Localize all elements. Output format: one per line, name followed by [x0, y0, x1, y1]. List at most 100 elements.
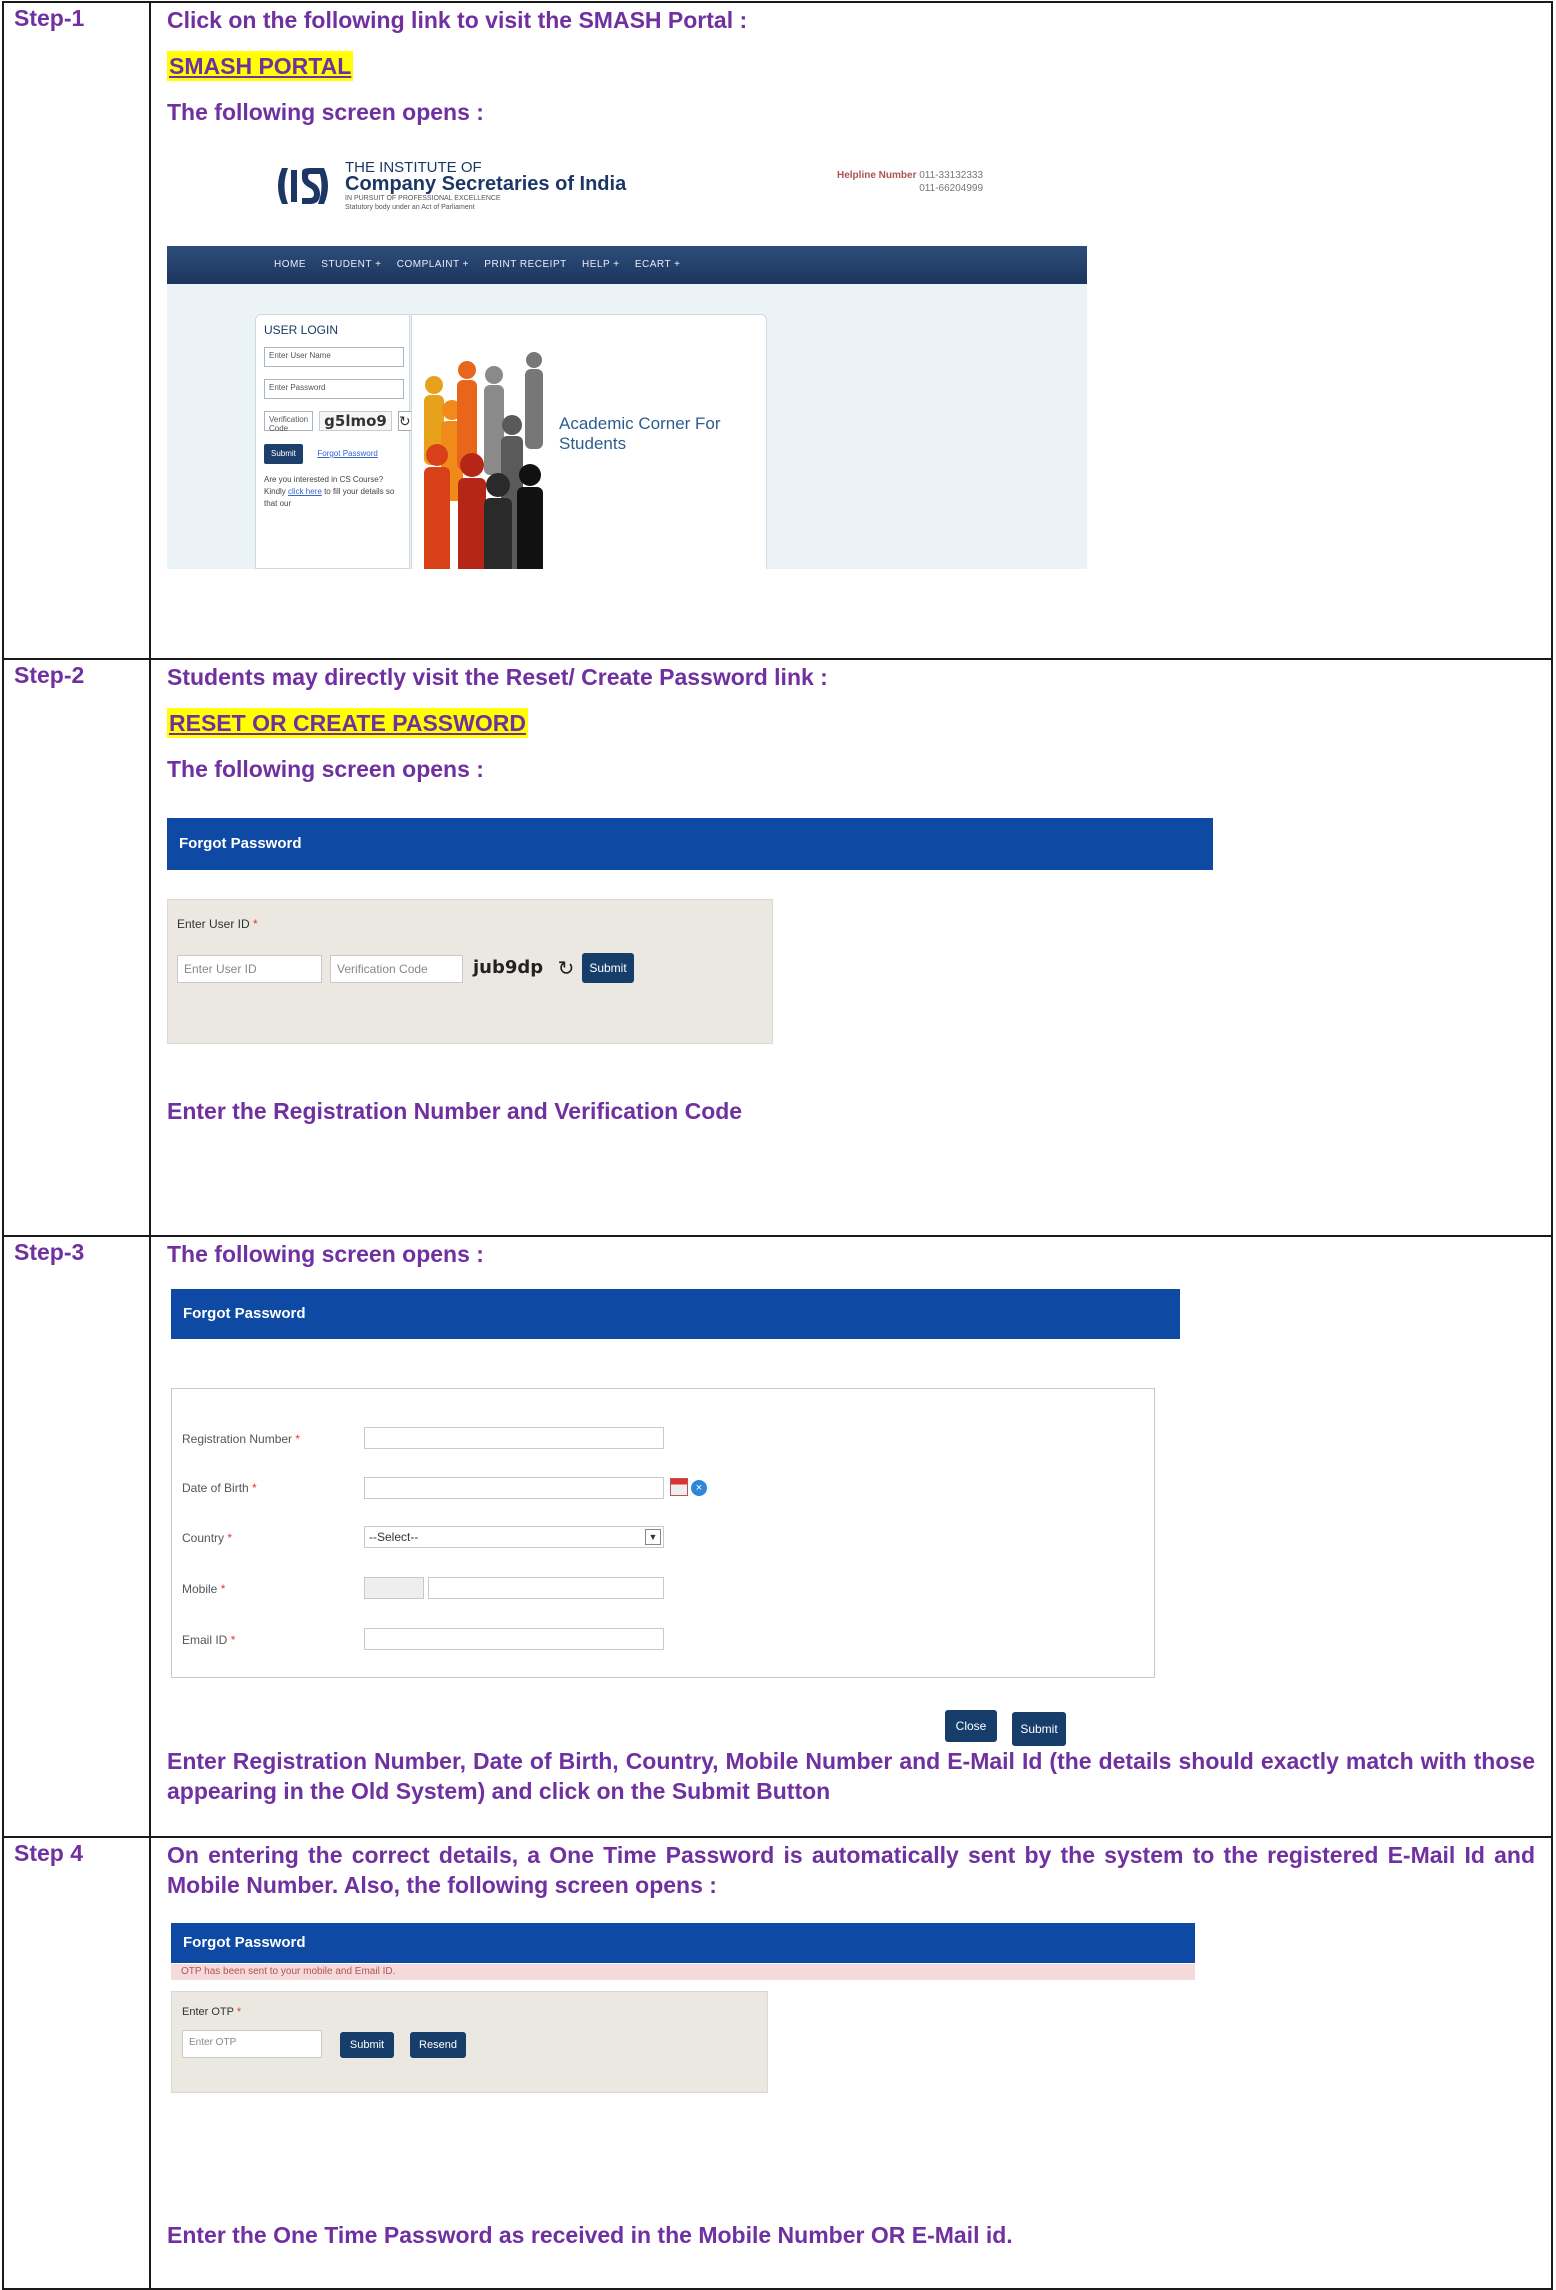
refresh-icon[interactable]: ↻ — [397, 411, 412, 431]
resend-button[interactable]: Resend — [410, 2032, 466, 2058]
step-outro: Enter Registration Number, Date of Birth… — [167, 1748, 1535, 1804]
userid-label: Enter User ID * — [177, 917, 258, 931]
verification-code-input[interactable]: Verification Code — [330, 955, 463, 983]
otp-panel: Enter OTP * Enter OTP Submit Resend — [171, 1991, 768, 2093]
captcha-row: Verification Code g5lmo9 ↻ — [264, 411, 412, 433]
nav-complaint[interactable]: COMPLAINT + — [397, 259, 469, 270]
details-form: Registration Number * Date of Birth * × … — [171, 1388, 1155, 1678]
otp-sent-message: OTP has been sent to your mobile and Ema… — [171, 1964, 1195, 1980]
registration-number-input[interactable] — [364, 1427, 664, 1449]
smash-portal-link[interactable]: SMASH PORTAL — [167, 51, 354, 81]
step-intro: On entering the correct details, a One T… — [167, 1842, 1535, 1898]
mobile-code-input[interactable] — [364, 1577, 424, 1599]
otp-submit-button[interactable]: Submit — [340, 2032, 394, 2058]
icsi-logo — [278, 168, 328, 204]
dob-label-text: Date of Birth — [182, 1481, 249, 1495]
required-marker: * — [236, 2006, 242, 2018]
screen-caption: The following screen opens : — [167, 99, 484, 125]
otp-screenshot: Forgot Password OTP has been sent to you… — [167, 1900, 1535, 2220]
submit-button[interactable]: Submit — [582, 953, 634, 983]
promo-click-here-link[interactable]: click here — [288, 487, 322, 496]
userid-input[interactable]: Enter User ID — [177, 955, 322, 983]
step-intro: The following screen opens : — [167, 1241, 484, 1267]
verification-input[interactable]: Verification Code — [264, 411, 314, 433]
students-silhouette-illustration — [424, 352, 543, 569]
forgot-password-header: Forgot Password — [167, 818, 1213, 870]
userid-panel: Enter User ID * Enter User ID Verificati… — [167, 899, 773, 1044]
username-input[interactable]: Enter User Name — [264, 347, 404, 367]
mobile-label: Mobile * — [182, 1582, 225, 1596]
step-body: Students may directly visit the Reset/ C… — [149, 658, 1553, 1237]
helpline-number-2: 011-66204999 — [919, 183, 984, 194]
country-label-text: Country — [182, 1531, 225, 1545]
email-input[interactable] — [364, 1628, 664, 1650]
org-line2: Company Secretaries of India — [345, 173, 627, 195]
email-label-text: Email ID — [182, 1633, 228, 1647]
required-marker: * — [227, 1531, 233, 1545]
helpline-number-1: 011-33132333 — [919, 170, 984, 181]
mobile-number-input[interactable] — [428, 1577, 664, 1599]
userid-label-text: Enter User ID — [177, 917, 250, 931]
step-number: Step-2 — [2, 658, 151, 1237]
step-body: On entering the correct details, a One T… — [149, 1836, 1553, 2290]
user-login-panel: USER LOGIN Enter User Name Enter Passwor… — [255, 314, 412, 569]
step-number: Step 4 — [2, 1836, 151, 2290]
smash-portal-screenshot: THE INSTITUTE OF Company Secretaries of … — [167, 139, 1087, 569]
otp-label-text: Enter OTP — [182, 2006, 234, 2018]
step-row: Step-3 The following screen opens : Forg… — [2, 1235, 1553, 1838]
nav-ecart[interactable]: ECART + — [635, 259, 681, 270]
step-number: Step-3 — [2, 1235, 151, 1838]
submit-button[interactable]: Submit — [1012, 1712, 1066, 1746]
otp-input[interactable]: Enter OTP — [182, 2030, 322, 2058]
required-marker: * — [295, 1432, 301, 1446]
banner-text: Academic Corner For Students — [559, 414, 721, 453]
step-row: Step-1 Click on the following link to vi… — [2, 1, 1553, 660]
captcha-text: g5lmo9 — [319, 411, 392, 431]
forgot-password-screenshot-1: Forgot Password Enter User ID * Enter Us… — [167, 797, 1535, 1096]
nav-help[interactable]: HELP + — [582, 259, 620, 270]
country-select[interactable]: --Select-- ▼ — [364, 1526, 664, 1548]
registration-label: Registration Number * — [182, 1432, 300, 1446]
nav-home[interactable]: HOME — [274, 259, 306, 270]
forgot-password-screenshot-2: Forgot Password Registration Number * Da… — [167, 1269, 1535, 1746]
forgot-password-link[interactable]: Forgot Password — [317, 449, 377, 458]
helpline-label: Helpline Number — [837, 170, 917, 181]
login-submit-button[interactable]: Submit — [264, 444, 303, 464]
step-row: Step-2 Students may directly visit the R… — [2, 658, 1553, 1237]
step-outro: Enter the Registration Number and Verifi… — [167, 1098, 743, 1124]
nav-print-receipt[interactable]: PRINT RECEIPT — [484, 259, 566, 270]
nav-student[interactable]: STUDENT + — [321, 259, 381, 270]
registration-label-text: Registration Number — [182, 1432, 293, 1446]
step-row: Step 4 On entering the correct details, … — [2, 1836, 1553, 2290]
password-input[interactable]: Enter Password — [264, 379, 404, 399]
close-button[interactable]: Close — [945, 1710, 997, 1742]
step-body: The following screen opens : Forgot Pass… — [149, 1235, 1553, 1838]
refresh-icon[interactable]: ↻ — [555, 957, 577, 981]
country-selected-value: --Select-- — [369, 1530, 419, 1544]
step-body: Click on the following link to visit the… — [149, 1, 1553, 660]
calendar-icon[interactable] — [670, 1478, 688, 1496]
mobile-label-text: Mobile — [182, 1582, 218, 1596]
country-label: Country * — [182, 1531, 232, 1545]
login-title: USER LOGIN — [264, 323, 339, 337]
chevron-down-icon[interactable]: ▼ — [645, 1529, 661, 1545]
step-intro: Click on the following link to visit the… — [167, 7, 748, 33]
dob-label: Date of Birth * — [182, 1481, 257, 1495]
portal-nav: HOME STUDENT + COMPLAINT + PRINT RECEIPT… — [167, 246, 1087, 284]
org-tagline: IN PURSUIT OF PROFESSIONAL EXCELLENCE — [345, 195, 501, 202]
clear-icon[interactable]: × — [691, 1480, 707, 1496]
required-marker: * — [220, 1582, 226, 1596]
captcha-text: jub9dp — [473, 957, 544, 978]
screen-caption: The following screen opens : — [167, 756, 484, 782]
forgot-password-header: Forgot Password — [171, 1923, 1195, 1963]
helpline: Helpline Number 011-33132333 011-6620499… — [837, 169, 983, 195]
required-marker: * — [252, 1481, 257, 1495]
forgot-password-header: Forgot Password — [171, 1289, 1180, 1339]
required-marker: * — [230, 1633, 236, 1647]
email-label: Email ID * — [182, 1633, 235, 1647]
reset-password-link[interactable]: RESET OR CREATE PASSWORD — [167, 708, 528, 738]
step-outro: Enter the One Time Password as received … — [167, 2222, 1013, 2248]
otp-label: Enter OTP * — [182, 2006, 241, 2018]
academic-banner: Academic Corner For Students — [411, 314, 767, 569]
dob-input[interactable] — [364, 1477, 664, 1499]
